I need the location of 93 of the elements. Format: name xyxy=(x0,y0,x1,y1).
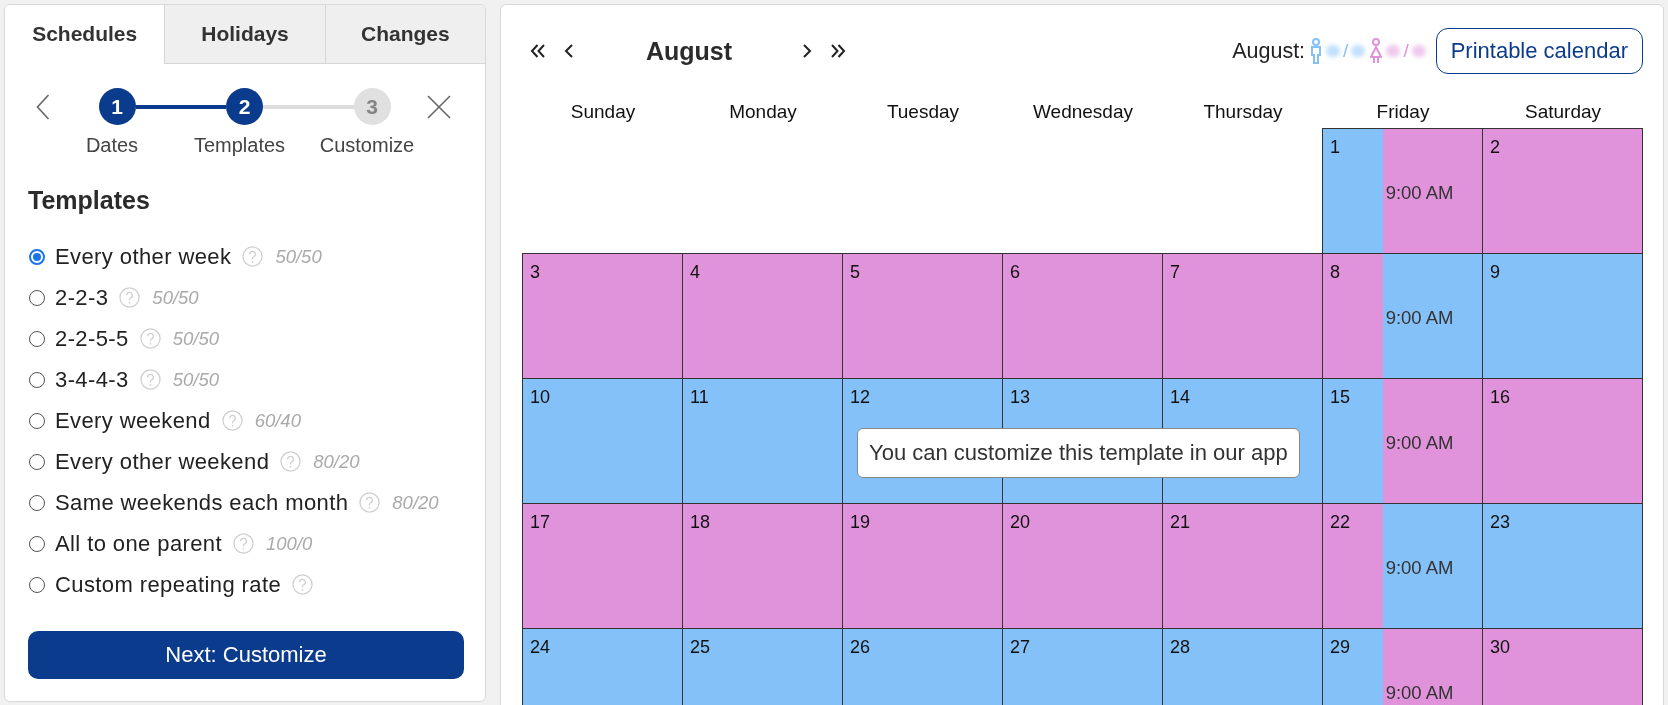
step-circle: 2 xyxy=(226,88,263,125)
handover-time: 9:00 AM xyxy=(1385,557,1454,578)
option-label[interactable]: All to one parent xyxy=(55,530,223,557)
day-number: 4 xyxy=(690,262,700,282)
option-label[interactable]: Every other weekend xyxy=(55,448,270,475)
split-ratio: 50/50 xyxy=(172,368,220,391)
tab[interactable]: Holidays xyxy=(164,5,325,64)
day-number: 2 xyxy=(1490,137,1500,157)
blurred-value-icon xyxy=(1411,45,1426,57)
split-ratio: 60/40 xyxy=(254,409,301,432)
printable-calendar-button[interactable]: Printable calendar xyxy=(1435,28,1643,74)
split-ratio: 50/50 xyxy=(172,327,220,350)
handover-time: 9:00 AM xyxy=(1385,182,1454,203)
weekday-label: Monday xyxy=(728,100,798,124)
section-heading: Templates xyxy=(28,186,151,214)
handover-time: 9:00 AM xyxy=(1385,307,1454,328)
double-chevron-left-icon[interactable] xyxy=(530,43,546,59)
day-number: 19 xyxy=(850,512,871,532)
radio-button[interactable] xyxy=(29,248,45,265)
day-number: 23 xyxy=(1490,512,1511,532)
day-number: 13 xyxy=(1010,387,1031,407)
option-label[interactable]: Same weekends each month xyxy=(55,489,349,516)
split-ratio: 100/0 xyxy=(266,532,313,555)
split-ratio: 50/50 xyxy=(275,245,322,268)
day-number: 15 xyxy=(1330,387,1351,407)
option-label[interactable]: 2-2-3 xyxy=(55,284,109,311)
weekday-label: Friday xyxy=(1375,100,1431,124)
day-number: 3 xyxy=(530,262,540,282)
weekday-label: Thursday xyxy=(1202,100,1284,124)
step-label: Templates xyxy=(192,134,287,156)
step-circle: 1 xyxy=(98,88,136,125)
chevron-right-icon[interactable] xyxy=(802,43,812,59)
handover-time: 9:00 AM xyxy=(1385,682,1454,703)
day-number: 1 xyxy=(1330,137,1340,157)
day-number: 30 xyxy=(1490,637,1511,657)
handover-time: 9:00 AM xyxy=(1385,432,1454,453)
weekday-label: Wednesday xyxy=(1032,100,1134,124)
day-number: 8 xyxy=(1330,262,1340,282)
day-number: 18 xyxy=(690,512,711,532)
radio-button[interactable] xyxy=(29,289,45,306)
option-label[interactable]: 3-4-4-3 xyxy=(55,366,129,393)
radio-button[interactable] xyxy=(29,371,45,388)
next-button[interactable]: Next: Customize xyxy=(28,631,464,679)
day-number: 21 xyxy=(1170,512,1191,532)
tab[interactable]: Changes xyxy=(324,5,485,64)
day-number: 28 xyxy=(1170,637,1191,657)
split-ratio: 50/50 xyxy=(152,286,199,309)
weekday-label: Saturday xyxy=(1523,100,1602,124)
radio-button[interactable] xyxy=(29,535,45,552)
weekday-label: Sunday xyxy=(569,100,637,124)
day-number: 26 xyxy=(850,637,871,657)
day-number: 9 xyxy=(1490,262,1500,282)
blurred-value-icon xyxy=(1386,45,1401,57)
day-number: 10 xyxy=(530,387,551,407)
day-number: 17 xyxy=(530,512,551,532)
day-number: 20 xyxy=(1010,512,1031,532)
day-number: 22 xyxy=(1330,512,1351,532)
day-number: 11 xyxy=(690,387,709,407)
option-label[interactable]: Every weekend xyxy=(55,407,211,434)
day-number: 24 xyxy=(530,637,551,657)
step-label: Dates xyxy=(84,134,140,156)
day-number: 5 xyxy=(850,262,860,282)
radio-button[interactable] xyxy=(29,494,45,511)
step-circle: 3 xyxy=(353,88,391,125)
day-number: 29 xyxy=(1330,637,1351,657)
separator: / xyxy=(1403,40,1409,62)
separator: / xyxy=(1343,40,1349,62)
option-label[interactable]: 2-2-5-5 xyxy=(55,325,129,352)
split-ratio: 80/20 xyxy=(313,450,360,473)
month-title: August xyxy=(644,36,734,66)
day-number: 12 xyxy=(850,387,871,407)
weekday-label: Tuesday xyxy=(885,100,961,124)
summary-label: August: xyxy=(1232,38,1306,64)
day-number: 25 xyxy=(690,637,711,657)
day-number: 27 xyxy=(1010,637,1031,657)
day-number: 6 xyxy=(1010,262,1020,282)
close-icon[interactable] xyxy=(427,94,451,119)
blurred-value-icon xyxy=(1351,45,1366,57)
day-number: 7 xyxy=(1170,262,1180,282)
radio-button[interactable] xyxy=(29,576,45,593)
blurred-value-icon xyxy=(1326,45,1341,57)
day-number: 14 xyxy=(1170,387,1191,407)
radio-button[interactable] xyxy=(29,453,45,470)
double-chevron-right-icon[interactable] xyxy=(830,43,846,59)
tooltip: You can customize this template in our app xyxy=(857,428,1300,478)
option-label[interactable]: Custom repeating rate xyxy=(55,571,282,598)
split-ratio: 80/20 xyxy=(392,491,439,514)
step-label: Customize xyxy=(318,134,416,156)
radio-button[interactable] xyxy=(29,330,45,347)
chevron-left-icon[interactable] xyxy=(564,43,574,59)
radio-button[interactable] xyxy=(29,412,45,429)
day-number: 16 xyxy=(1490,387,1511,407)
option-label[interactable]: Every other week xyxy=(55,243,232,270)
